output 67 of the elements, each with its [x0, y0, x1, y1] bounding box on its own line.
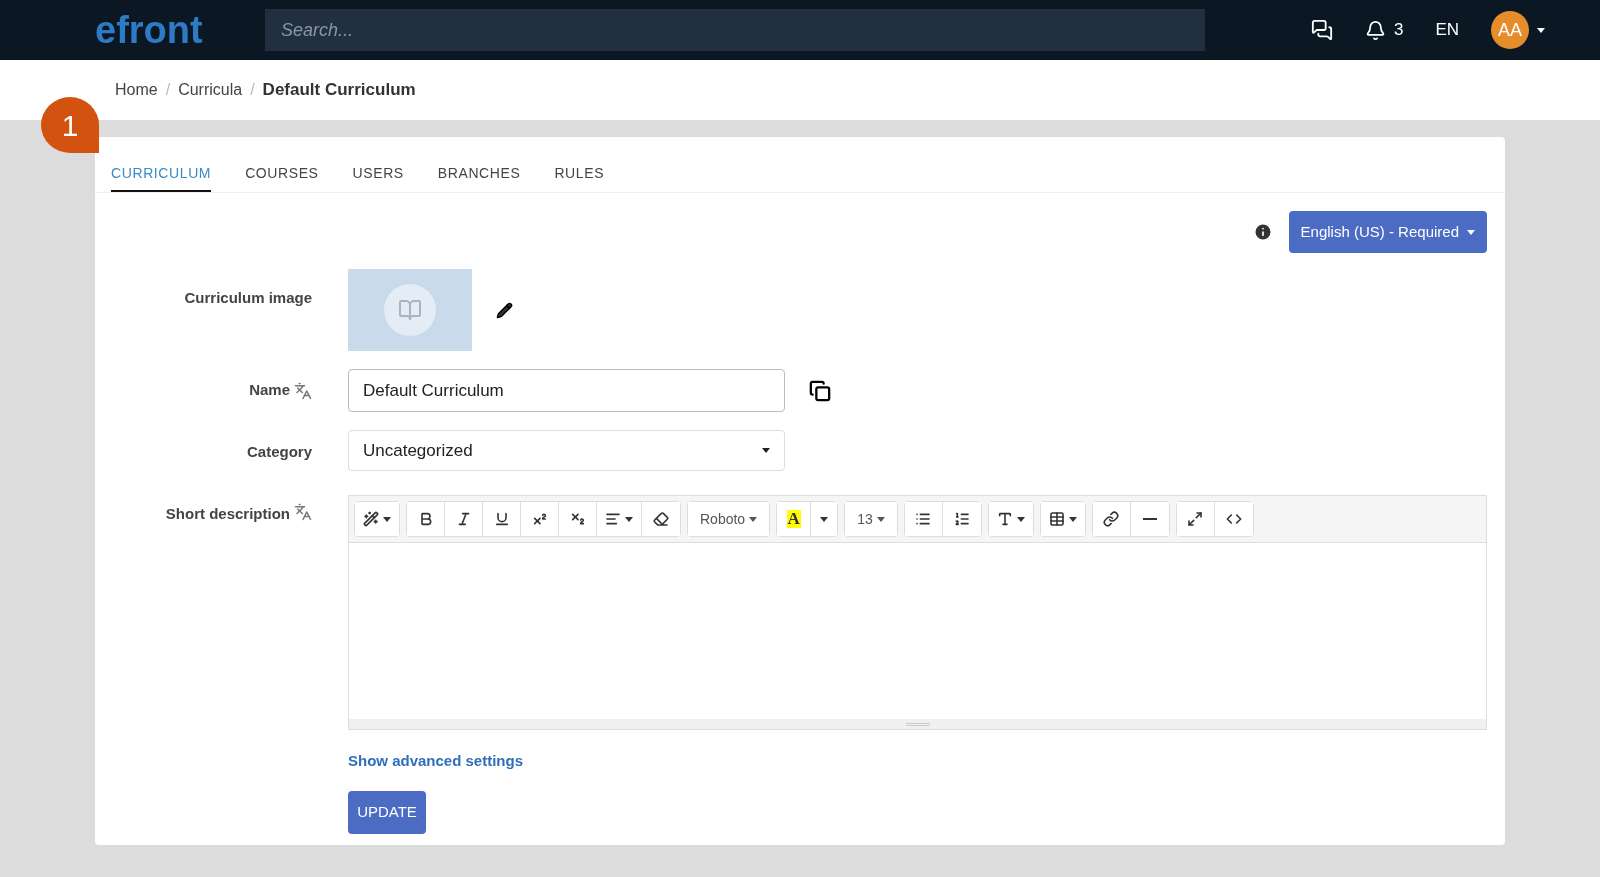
caret-icon [820, 516, 829, 522]
font-size-dropdown[interactable]: 13 [845, 502, 897, 536]
breadcrumb-separator: / [250, 80, 255, 100]
tab[interactable]: COURSES [245, 163, 319, 192]
copy-icon[interactable] [809, 379, 831, 402]
magic-wand-icon [363, 511, 379, 527]
tab[interactable]: CURRICULUM [111, 163, 212, 192]
link-icon [1103, 511, 1120, 527]
language-dropdown[interactable]: English (US) - Required [1288, 211, 1487, 253]
caret-icon [1068, 516, 1077, 522]
bullet-list-icon [915, 511, 932, 527]
breadcrumb-link[interactable]: Curricula [178, 78, 243, 102]
form-label: Name [249, 380, 290, 401]
name-field[interactable]: Default Curriculum [348, 369, 785, 412]
link-button[interactable] [1092, 502, 1131, 536]
avatar-caret-icon [1537, 27, 1545, 33]
caret-icon [1016, 516, 1025, 522]
update-button[interactable]: UPDATE [348, 790, 426, 834]
table-button[interactable] [1040, 502, 1085, 536]
form-label: Category [245, 442, 312, 462]
table-icon [1048, 511, 1065, 527]
horizontal-rule-icon [1142, 518, 1157, 520]
logo[interactable]: efront [95, 11, 265, 49]
caret-icon [762, 448, 770, 453]
notifications-icon[interactable] [1364, 19, 1386, 41]
chat-icon[interactable] [1310, 19, 1333, 41]
font-dropdown[interactable]: Roboto [688, 502, 770, 536]
advanced-settings-link[interactable]: Show advanced settings [348, 750, 1487, 773]
caret-icon [625, 516, 633, 522]
align-icon [605, 511, 621, 527]
info-icon[interactable] [1252, 222, 1273, 242]
translate-icon[interactable] [294, 503, 312, 521]
tab[interactable]: USERS [352, 163, 404, 192]
highlight-color-button[interactable]: A [777, 502, 812, 536]
edit-icon[interactable] [496, 301, 513, 319]
caret-icon [383, 516, 391, 522]
callout-badge: 1 [41, 97, 99, 153]
category-select[interactable]: Uncategorized [348, 430, 785, 471]
eraser-icon [653, 511, 669, 527]
breadcrumb-current: Default Curriculum [262, 79, 416, 102]
book-icon [398, 298, 422, 322]
caret-icon [749, 516, 758, 522]
notification-count: 3 [1393, 19, 1404, 42]
underline-icon [493, 511, 510, 527]
subscript-icon [569, 511, 586, 527]
line-height-button[interactable] [988, 502, 1033, 536]
translate-icon[interactable] [294, 381, 312, 400]
bullet-list-button[interactable] [904, 502, 943, 536]
superscript-icon [531, 511, 548, 527]
form-label: Short description [165, 504, 290, 524]
breadcrumb-separator: / [165, 80, 171, 100]
breadcrumb-link[interactable]: Home [115, 78, 158, 102]
resize-handle[interactable] [349, 719, 1486, 729]
caret-icon [1467, 229, 1475, 235]
form-label: Curriculum image [183, 288, 312, 308]
fullscreen-button[interactable] [1176, 502, 1215, 536]
magic-wand-button[interactable] [355, 502, 399, 536]
line-height-icon [996, 511, 1013, 527]
fullscreen-icon [1187, 511, 1204, 527]
code-icon [1225, 511, 1242, 527]
tab[interactable]: BRANCHES [437, 163, 521, 192]
search-field[interactable]: Search... [265, 9, 1205, 51]
numbered-list-icon [953, 511, 970, 527]
tab[interactable]: RULES [554, 163, 605, 192]
bold-button[interactable] [407, 502, 445, 536]
language-selector[interactable]: EN [1435, 17, 1459, 43]
caret-icon [876, 516, 885, 522]
